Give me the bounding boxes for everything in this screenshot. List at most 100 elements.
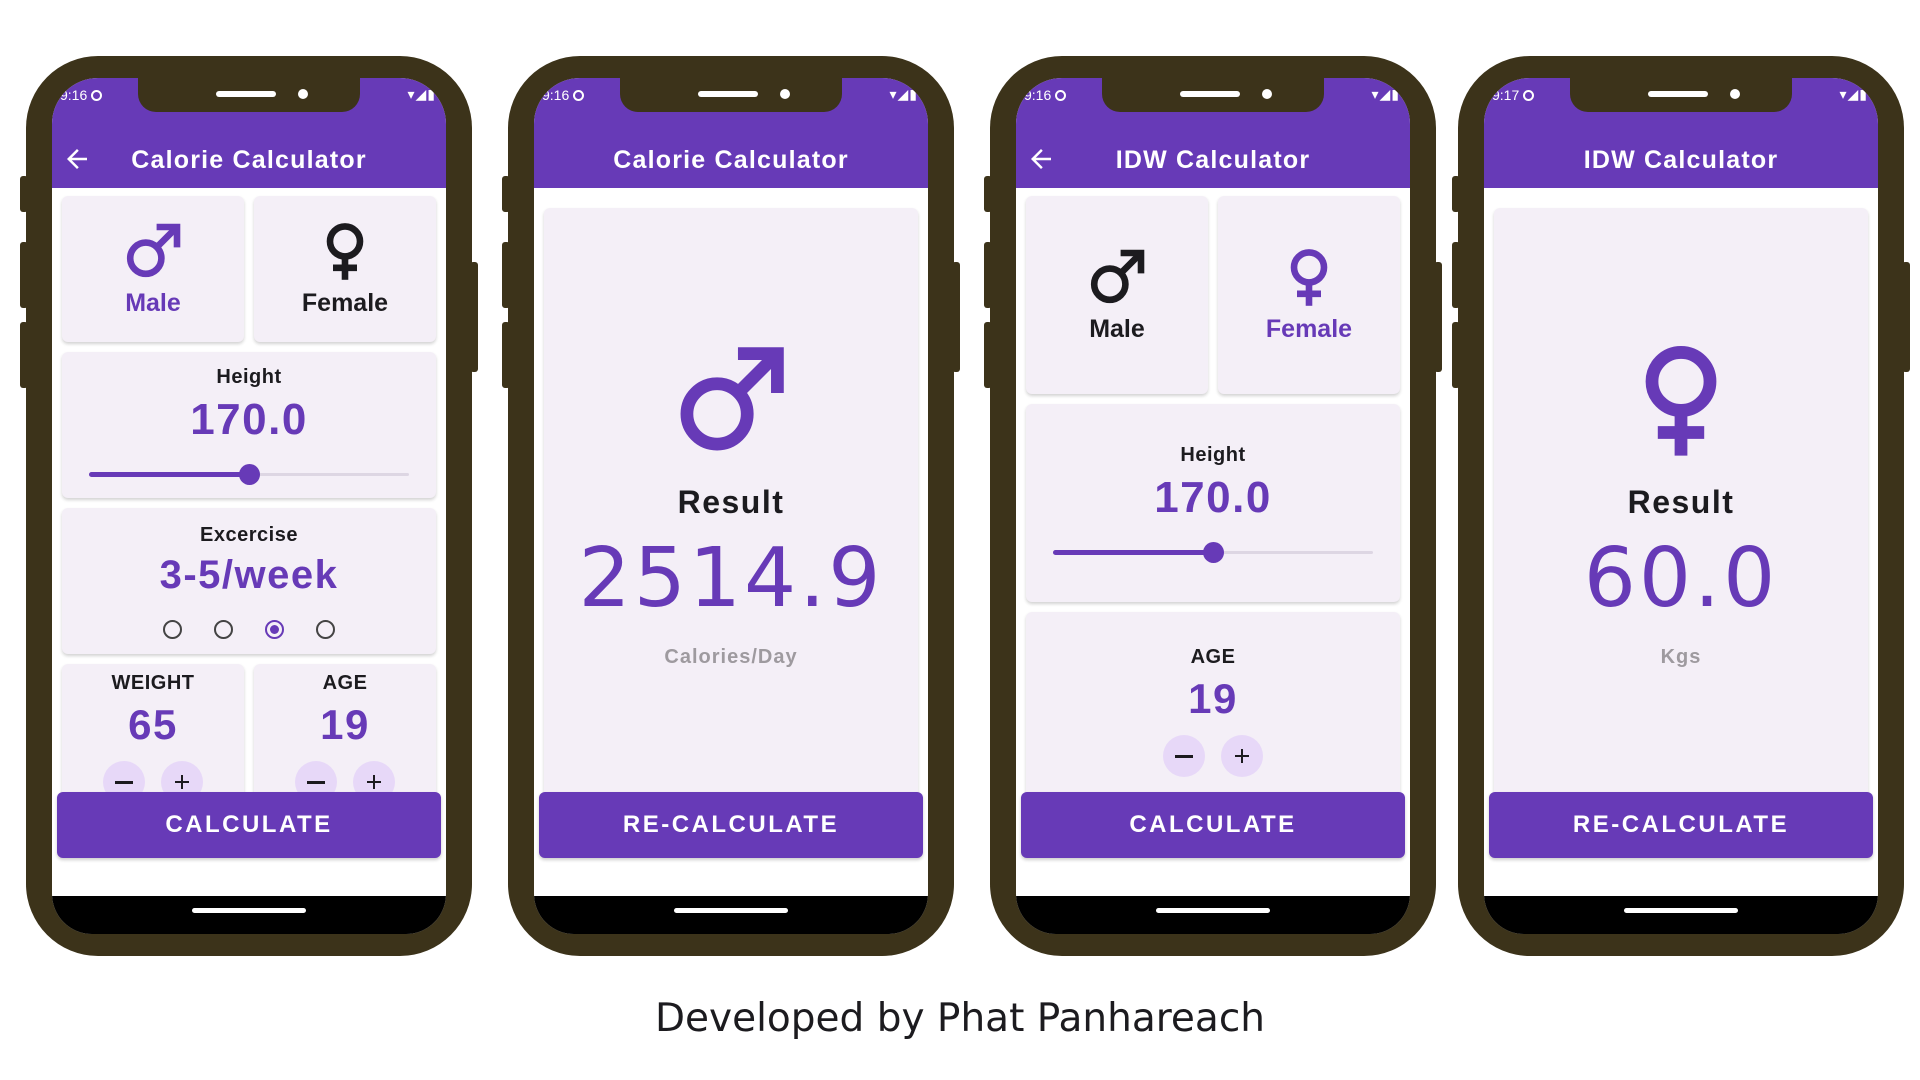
home-handle[interactable] xyxy=(674,908,788,913)
phone-idw-result: 9:17 ▾◢▮ IDW Calculator Result 60.0 Kgs … xyxy=(1452,56,1910,956)
female-card[interactable]: Female xyxy=(1218,196,1400,394)
side-button xyxy=(20,322,28,388)
phone-calorie-input: 9:16 ▾◢▮ Calorie Calculator Male Female … xyxy=(20,56,478,956)
app-bar: Calorie Calculator xyxy=(52,132,446,188)
weight-value: 65 xyxy=(128,700,178,748)
age-label: AGE xyxy=(322,671,368,694)
side-button xyxy=(1452,176,1460,212)
side-button xyxy=(502,322,510,388)
status-time-text: 9:16 xyxy=(60,87,88,103)
height-card: Height 170.0 xyxy=(1026,404,1400,602)
height-slider[interactable] xyxy=(1053,541,1373,563)
status-time: 9:17 xyxy=(1492,87,1535,103)
male-card[interactable]: Male xyxy=(1026,196,1208,394)
power-button xyxy=(1434,262,1442,372)
exercise-radio-selected[interactable] xyxy=(265,619,284,639)
side-button xyxy=(984,322,992,388)
age-plus-button[interactable] xyxy=(1221,734,1263,777)
phone-idw-input: 9:16 ▾◢▮ IDW Calculator Male Female Heig… xyxy=(984,56,1442,956)
status-time: 9:16 xyxy=(1024,87,1067,103)
settings-status-icon xyxy=(573,90,585,101)
side-button xyxy=(1452,242,1460,308)
recalculate-button[interactable]: RE-CALCULATE xyxy=(1489,792,1873,858)
result-title: Result xyxy=(1627,483,1735,520)
speaker xyxy=(1648,91,1708,97)
recalculate-button[interactable]: RE-CALCULATE xyxy=(539,792,923,858)
male-icon xyxy=(1087,247,1147,307)
male-label: Male xyxy=(1089,314,1145,343)
height-label: Height xyxy=(216,365,282,388)
age-value: 19 xyxy=(1188,674,1238,722)
back-arrow-icon[interactable] xyxy=(62,144,92,174)
camera-notch xyxy=(1102,78,1324,112)
camera-icon xyxy=(1262,89,1272,99)
exercise-card: Excercise 3-5/week xyxy=(62,508,436,654)
back-arrow-icon[interactable] xyxy=(1026,144,1056,174)
camera-icon xyxy=(780,89,790,99)
app-bar: IDW Calculator xyxy=(1016,132,1410,188)
signal-battery-icons: ▾◢▮ xyxy=(1371,86,1400,102)
camera-icon xyxy=(1730,89,1740,99)
side-button xyxy=(984,242,992,308)
female-icon xyxy=(315,221,375,281)
calculate-button[interactable]: CALCULATE xyxy=(1021,792,1405,858)
screen: 9:17 ▾◢▮ IDW Calculator Result 60.0 Kgs … xyxy=(1484,78,1878,934)
result-card: Result 60.0 Kgs xyxy=(1494,208,1868,822)
power-button xyxy=(470,262,478,372)
exercise-radio[interactable] xyxy=(163,619,182,639)
side-button xyxy=(1452,322,1460,388)
age-minus-button[interactable] xyxy=(1163,734,1205,777)
app-title: IDW Calculator xyxy=(1583,145,1779,174)
speaker xyxy=(1180,91,1240,97)
plus-icon xyxy=(175,774,189,789)
height-slider[interactable] xyxy=(89,463,409,485)
side-button xyxy=(502,176,510,212)
speaker xyxy=(216,91,276,97)
minus-icon xyxy=(1175,754,1193,758)
app-title: IDW Calculator xyxy=(1115,145,1311,174)
slider-thumb[interactable] xyxy=(239,463,260,485)
male-icon xyxy=(123,221,183,281)
result-title: Result xyxy=(677,483,785,520)
status-time-text: 9:17 xyxy=(1492,87,1520,103)
exercise-radio[interactable] xyxy=(214,619,233,639)
nav-bar xyxy=(534,896,928,934)
result-value: 60.0 xyxy=(1583,530,1779,626)
exercise-radio[interactable] xyxy=(316,619,335,639)
plus-icon xyxy=(367,774,381,789)
nav-bar xyxy=(1484,896,1878,934)
age-value: 19 xyxy=(320,700,370,748)
minus-icon xyxy=(115,780,133,784)
signal-battery-icons: ▾◢▮ xyxy=(1839,86,1868,102)
height-value: 170.0 xyxy=(1154,472,1272,522)
signal-battery-icons: ▾◢▮ xyxy=(407,86,436,102)
female-label: Female xyxy=(1265,314,1353,343)
weight-label: WEIGHT xyxy=(111,671,195,694)
status-time: 9:16 xyxy=(542,87,585,103)
age-label: AGE xyxy=(1190,645,1236,668)
result-unit: Calories/Day xyxy=(664,645,798,668)
home-handle[interactable] xyxy=(1156,908,1270,913)
female-card[interactable]: Female xyxy=(254,196,436,342)
status-time-text: 9:16 xyxy=(542,87,570,103)
nav-bar xyxy=(1016,896,1410,934)
screen: 9:16 ▾◢▮ Calorie Calculator Result 2514.… xyxy=(534,78,928,934)
age-stepper xyxy=(1163,734,1263,777)
home-handle[interactable] xyxy=(1624,908,1738,913)
weight-card: WEIGHT 65 xyxy=(62,664,244,810)
app-bar: IDW Calculator xyxy=(1484,132,1878,188)
result-card: Result 2514.9 Calories/Day xyxy=(544,208,918,822)
power-button xyxy=(952,262,960,372)
app-bar: Calorie Calculator xyxy=(534,132,928,188)
male-label: Male xyxy=(125,288,181,317)
slider-thumb[interactable] xyxy=(1203,541,1224,563)
male-icon xyxy=(673,342,789,458)
home-handle[interactable] xyxy=(192,908,306,913)
camera-icon xyxy=(298,89,308,99)
app-title: Calorie Calculator xyxy=(131,145,367,174)
calculate-button[interactable]: CALCULATE xyxy=(57,792,441,858)
male-card[interactable]: Male xyxy=(62,196,244,342)
screen: 9:16 ▾◢▮ IDW Calculator Male Female Heig… xyxy=(1016,78,1410,934)
status-time-text: 9:16 xyxy=(1024,87,1052,103)
side-button xyxy=(20,242,28,308)
